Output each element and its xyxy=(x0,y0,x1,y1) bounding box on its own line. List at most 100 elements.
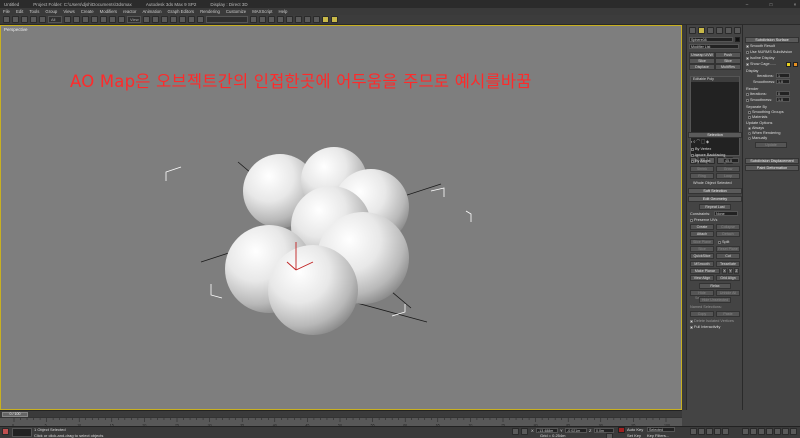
paste-button[interactable]: Paste xyxy=(716,311,740,317)
motion-tab-icon[interactable] xyxy=(716,27,723,34)
create-button[interactable]: Create xyxy=(690,224,714,230)
menu-rendering[interactable]: Rendering xyxy=(200,9,220,14)
add-time-tag-icon[interactable] xyxy=(606,433,613,438)
full-interactivity-option[interactable]: Full Interactivity xyxy=(690,325,720,329)
unlink-icon[interactable] xyxy=(30,16,37,23)
iterations-spinner[interactable]: 1 xyxy=(776,73,790,78)
redo-icon[interactable] xyxy=(12,16,19,23)
render-iterations-label[interactable]: Iterations: xyxy=(746,92,767,96)
cage-color-swatch-1[interactable] xyxy=(786,62,791,67)
mirror-icon[interactable] xyxy=(250,16,257,23)
angle-snap-icon[interactable] xyxy=(170,16,177,23)
isoline-display-option[interactable]: Isoline Display xyxy=(746,56,774,60)
menu-reactor[interactable]: reactor xyxy=(123,9,136,14)
cut-button[interactable]: Cut xyxy=(716,253,740,259)
menu-graph-editors[interactable]: Graph Editors xyxy=(168,9,195,14)
selected-dropdown[interactable]: Selected xyxy=(647,427,675,432)
region-select-icon[interactable] xyxy=(82,16,89,23)
lock-selection-icon[interactable] xyxy=(512,428,519,435)
ring-button[interactable]: Ring xyxy=(690,173,714,179)
link-icon[interactable] xyxy=(21,16,28,23)
snaps-toggle-icon[interactable] xyxy=(161,16,168,23)
menu-customize[interactable]: Customize xyxy=(226,9,246,14)
menu-help[interactable]: Help xyxy=(279,9,288,14)
go-to-end-icon[interactable] xyxy=(722,428,729,435)
edit-geometry-rollout-header[interactable]: Edit Geometry xyxy=(688,196,742,202)
menu-group[interactable]: Group xyxy=(45,9,57,14)
select-by-name-icon[interactable] xyxy=(73,16,80,23)
menu-maxscript[interactable]: MAXScript xyxy=(252,9,272,14)
selection-filter-dropdown[interactable]: All xyxy=(48,16,62,23)
by-vertex-option[interactable]: By Vertex xyxy=(691,147,711,151)
slice-plane-button[interactable]: Slice Plane xyxy=(690,239,714,245)
constraints-dropdown[interactable]: None xyxy=(714,211,738,216)
pan-icon[interactable] xyxy=(782,428,789,435)
edit-named-selection-icon[interactable] xyxy=(197,16,204,23)
object-name-field[interactable]: Sphere08 xyxy=(689,37,733,42)
copy-button[interactable]: Copy xyxy=(690,311,714,317)
render-iterations-spinner[interactable]: 0 xyxy=(776,91,790,96)
detach-button[interactable]: Detach xyxy=(716,231,740,237)
menu-modifiers[interactable]: Modifiers xyxy=(100,9,117,14)
view-align-button[interactable]: View Align xyxy=(690,275,714,281)
paint-deformation-header[interactable]: Paint Deformation xyxy=(745,165,799,171)
window-crossing-icon[interactable] xyxy=(91,16,98,23)
select-object-icon[interactable] xyxy=(64,16,71,23)
set-key-icon[interactable] xyxy=(618,427,625,433)
undo-icon[interactable] xyxy=(3,16,10,23)
modify-tab-icon[interactable] xyxy=(698,27,705,34)
hide-selected-button[interactable]: Hide Selected xyxy=(690,290,714,300)
previous-frame-icon[interactable] xyxy=(698,428,705,435)
render-setup-icon[interactable] xyxy=(304,16,311,23)
materials-option[interactable]: Materials xyxy=(748,115,767,119)
loop-button[interactable]: Loop xyxy=(716,173,740,179)
menu-views[interactable]: Views xyxy=(63,9,74,14)
msmooth-button[interactable]: MSmooth xyxy=(690,261,714,267)
bind-space-warp-icon[interactable] xyxy=(39,16,46,23)
collapse-button[interactable]: Collapse xyxy=(716,224,740,230)
cage-color-swatch-2[interactable] xyxy=(793,62,798,67)
align-icon[interactable] xyxy=(259,16,266,23)
modifier-list-dropdown[interactable]: Modifier List xyxy=(689,44,739,49)
split-option[interactable]: Split xyxy=(718,240,729,244)
stack-item-editable-poly[interactable]: Editable Poly xyxy=(691,77,739,82)
menu-animation[interactable]: Animation xyxy=(142,9,161,14)
ignore-backfacing-option[interactable]: Ignore Backfacing xyxy=(691,153,725,157)
angle-field[interactable]: 45.0 xyxy=(723,158,739,163)
quickslice-button[interactable]: QuickSlice xyxy=(690,253,714,259)
time-slider-bar[interactable]: 0 / 100 xyxy=(0,410,682,417)
select-manipulate-icon[interactable] xyxy=(152,16,159,23)
display-tab-icon[interactable] xyxy=(725,27,732,34)
use-nurms-option[interactable]: Use NURMS Subdivision xyxy=(746,50,792,54)
grow-button[interactable]: Grow xyxy=(716,166,740,172)
key-filters-button[interactable]: Key Filters... xyxy=(647,433,669,438)
layer-manager-icon[interactable] xyxy=(268,16,275,23)
curve-editor-icon[interactable] xyxy=(277,16,284,23)
render-production-icon[interactable] xyxy=(331,16,338,23)
render-type-icon[interactable] xyxy=(313,16,320,23)
soft-selection-rollout-header[interactable]: Soft Selection xyxy=(688,188,742,194)
next-frame-icon[interactable] xyxy=(714,428,721,435)
reference-coordinate-dropdown[interactable]: View xyxy=(127,16,141,23)
menu-file[interactable]: File xyxy=(3,9,10,14)
menu-edit[interactable]: Edit xyxy=(16,9,23,14)
go-to-start-icon[interactable] xyxy=(690,428,697,435)
shrink-button[interactable]: Shrink xyxy=(690,166,714,172)
hide-unselected-button[interactable]: Hide Unselected xyxy=(699,297,731,303)
field-of-view-icon[interactable] xyxy=(774,428,781,435)
track-bar[interactable]: 0510152025303540455055606570758085909510… xyxy=(0,417,682,427)
smoothness-spinner[interactable]: 1.0 xyxy=(776,79,790,84)
close-icon[interactable]: × xyxy=(790,2,800,7)
zoom-extents-icon[interactable] xyxy=(758,428,765,435)
menu-create[interactable]: Create xyxy=(81,9,94,14)
object-color-swatch[interactable] xyxy=(735,37,740,42)
create-tab-icon[interactable] xyxy=(689,27,696,34)
quick-render-icon[interactable] xyxy=(322,16,329,23)
smooth-result-option[interactable]: Smooth Result xyxy=(746,44,775,48)
smoothing-groups-option[interactable]: Smoothing Groups xyxy=(748,110,784,114)
make-planar-button[interactable]: Make Planar xyxy=(690,268,720,274)
relax-button[interactable]: Relax xyxy=(699,283,731,289)
pivot-center-icon[interactable] xyxy=(143,16,150,23)
always-radio[interactable]: Always xyxy=(748,126,764,130)
maximize-icon[interactable]: □ xyxy=(766,2,776,7)
